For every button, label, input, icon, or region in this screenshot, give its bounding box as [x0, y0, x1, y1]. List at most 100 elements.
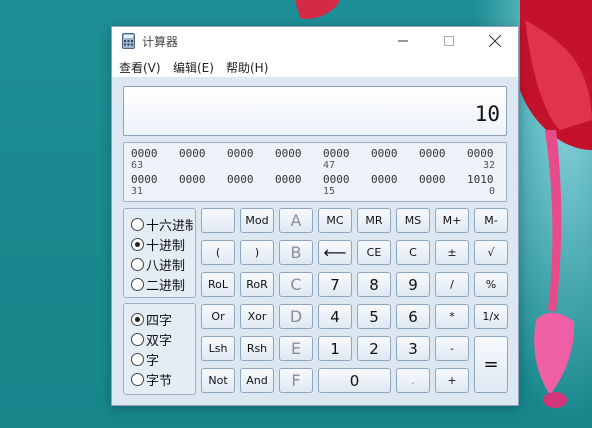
radio-selected-icon: [131, 237, 144, 251]
bit-nibble: 0000: [179, 147, 206, 160]
rsh-button[interactable]: Rsh: [240, 336, 274, 361]
ror-button[interactable]: RoR: [240, 272, 274, 297]
bit-nibble: 0000: [275, 173, 302, 186]
bit-nibble: 0000: [323, 173, 350, 186]
and-button[interactable]: And: [240, 368, 274, 393]
equals-button[interactable]: =: [474, 336, 508, 393]
ms-button[interactable]: MS: [396, 208, 430, 233]
radio-dec[interactable]: 十进制: [131, 235, 193, 253]
radio-oct[interactable]: 八进制: [131, 255, 193, 273]
bit-nibble: 0000: [323, 147, 350, 160]
bit-nibble: 0000: [227, 173, 254, 186]
digit-3-button[interactable]: 3: [396, 336, 430, 361]
radio-word[interactable]: 字: [131, 350, 193, 368]
menu-bar: 查看(V) 编辑(E) 帮助(H): [112, 55, 518, 77]
minimize-button[interactable]: [380, 27, 426, 55]
radio-circle-icon: [131, 332, 144, 346]
result-display: 10: [123, 86, 507, 136]
bit-position-label: 0: [489, 186, 496, 197]
radio-circle-icon: [131, 372, 144, 386]
bit-nibble: 0000: [131, 147, 158, 160]
bit-nibble: 1010: [467, 173, 494, 186]
close-button[interactable]: [472, 27, 518, 55]
word-size-selector: 四字 双字 字 字节: [123, 303, 196, 395]
left-paren-button[interactable]: (: [201, 240, 235, 265]
maximize-button[interactable]: [426, 27, 472, 55]
menu-view[interactable]: 查看(V): [119, 59, 161, 76]
bit-nibble: 0000: [179, 173, 206, 186]
bit-position-label: 47: [323, 160, 336, 171]
percent-button[interactable]: %: [474, 272, 508, 297]
digit-9-button[interactable]: 9: [396, 272, 430, 297]
radio-hex[interactable]: 十六进制: [131, 215, 193, 233]
mr-button[interactable]: MR: [357, 208, 391, 233]
hex-f-button[interactable]: F: [279, 368, 313, 393]
bit-nibble: 0000: [419, 147, 446, 160]
calculator-window: 计算器 查看(V) 编辑(E) 帮助(H) 10 0000 0000 0000 …: [111, 26, 519, 406]
radio-label: 四字: [146, 313, 173, 329]
decimal-button[interactable]: .: [396, 368, 430, 393]
radio-label: 字节: [146, 373, 173, 389]
mod-button[interactable]: Mod: [240, 208, 274, 233]
divide-button[interactable]: /: [435, 272, 469, 297]
clear-entry-button[interactable]: CE: [357, 240, 391, 265]
sqrt-button[interactable]: √: [474, 240, 508, 265]
bit-nibble: 0000: [467, 147, 494, 160]
maximize-icon: [444, 36, 454, 46]
bit-nibble: 0000: [227, 147, 254, 160]
right-paren-button[interactable]: ): [240, 240, 274, 265]
mc-button[interactable]: MC: [318, 208, 352, 233]
calculator-icon: [122, 33, 135, 49]
bit-position-label: 63: [131, 160, 144, 171]
radio-circle-icon: [131, 277, 144, 291]
digit-6-button[interactable]: 6: [396, 304, 430, 329]
not-button[interactable]: Not: [201, 368, 235, 393]
plus-minus-button[interactable]: ±: [435, 240, 469, 265]
radio-dword[interactable]: 双字: [131, 330, 193, 348]
add-button[interactable]: +: [435, 368, 469, 393]
m-minus-button[interactable]: M-: [474, 208, 508, 233]
hex-b-button[interactable]: B: [279, 240, 313, 265]
hex-d-button[interactable]: D: [279, 304, 313, 329]
minimize-icon: [398, 40, 408, 42]
bit-display: 0000 0000 0000 0000 0000 0000 0000 0000 …: [123, 142, 507, 202]
bit-position-label: 31: [131, 186, 144, 197]
title-bar: 计算器: [112, 27, 518, 55]
digit-7-button[interactable]: 7: [318, 272, 352, 297]
subtract-button[interactable]: -: [435, 336, 469, 361]
bit-position-label: 15: [323, 186, 336, 197]
menu-edit[interactable]: 编辑(E): [173, 59, 214, 76]
digit-2-button[interactable]: 2: [357, 336, 391, 361]
radio-byte[interactable]: 字节: [131, 370, 193, 388]
lsh-button[interactable]: Lsh: [201, 336, 235, 361]
multiply-button[interactable]: *: [435, 304, 469, 329]
radio-label: 十六进制: [146, 218, 193, 234]
rol-button[interactable]: RoL: [201, 272, 235, 297]
backspace-button[interactable]: ⟵: [318, 240, 352, 265]
radio-bin[interactable]: 二进制: [131, 275, 193, 293]
radio-qword[interactable]: 四字: [131, 310, 193, 328]
display-value: 10: [474, 102, 500, 126]
bit-nibble: 0000: [419, 173, 446, 186]
digit-0-button[interactable]: 0: [318, 368, 391, 393]
or-button[interactable]: Or: [201, 304, 235, 329]
digit-5-button[interactable]: 5: [357, 304, 391, 329]
radio-label: 二进制: [146, 278, 186, 294]
hex-c-button[interactable]: C: [279, 272, 313, 297]
radio-selected-icon: [131, 312, 144, 326]
bit-position-label: 32: [483, 160, 496, 171]
xor-button[interactable]: Xor: [240, 304, 274, 329]
close-icon: [489, 35, 501, 47]
digit-1-button[interactable]: 1: [318, 336, 352, 361]
digit-4-button[interactable]: 4: [318, 304, 352, 329]
bit-nibble: 0000: [371, 147, 398, 160]
m-plus-button[interactable]: M+: [435, 208, 469, 233]
digit-8-button[interactable]: 8: [357, 272, 391, 297]
menu-help[interactable]: 帮助(H): [226, 59, 268, 76]
hex-e-button[interactable]: E: [279, 336, 313, 361]
clear-button[interactable]: C: [396, 240, 430, 265]
reciprocal-button[interactable]: 1/x: [474, 304, 508, 329]
radio-label: 十进制: [146, 238, 186, 254]
quot-button[interactable]: [201, 208, 235, 233]
hex-a-button[interactable]: A: [279, 208, 313, 233]
